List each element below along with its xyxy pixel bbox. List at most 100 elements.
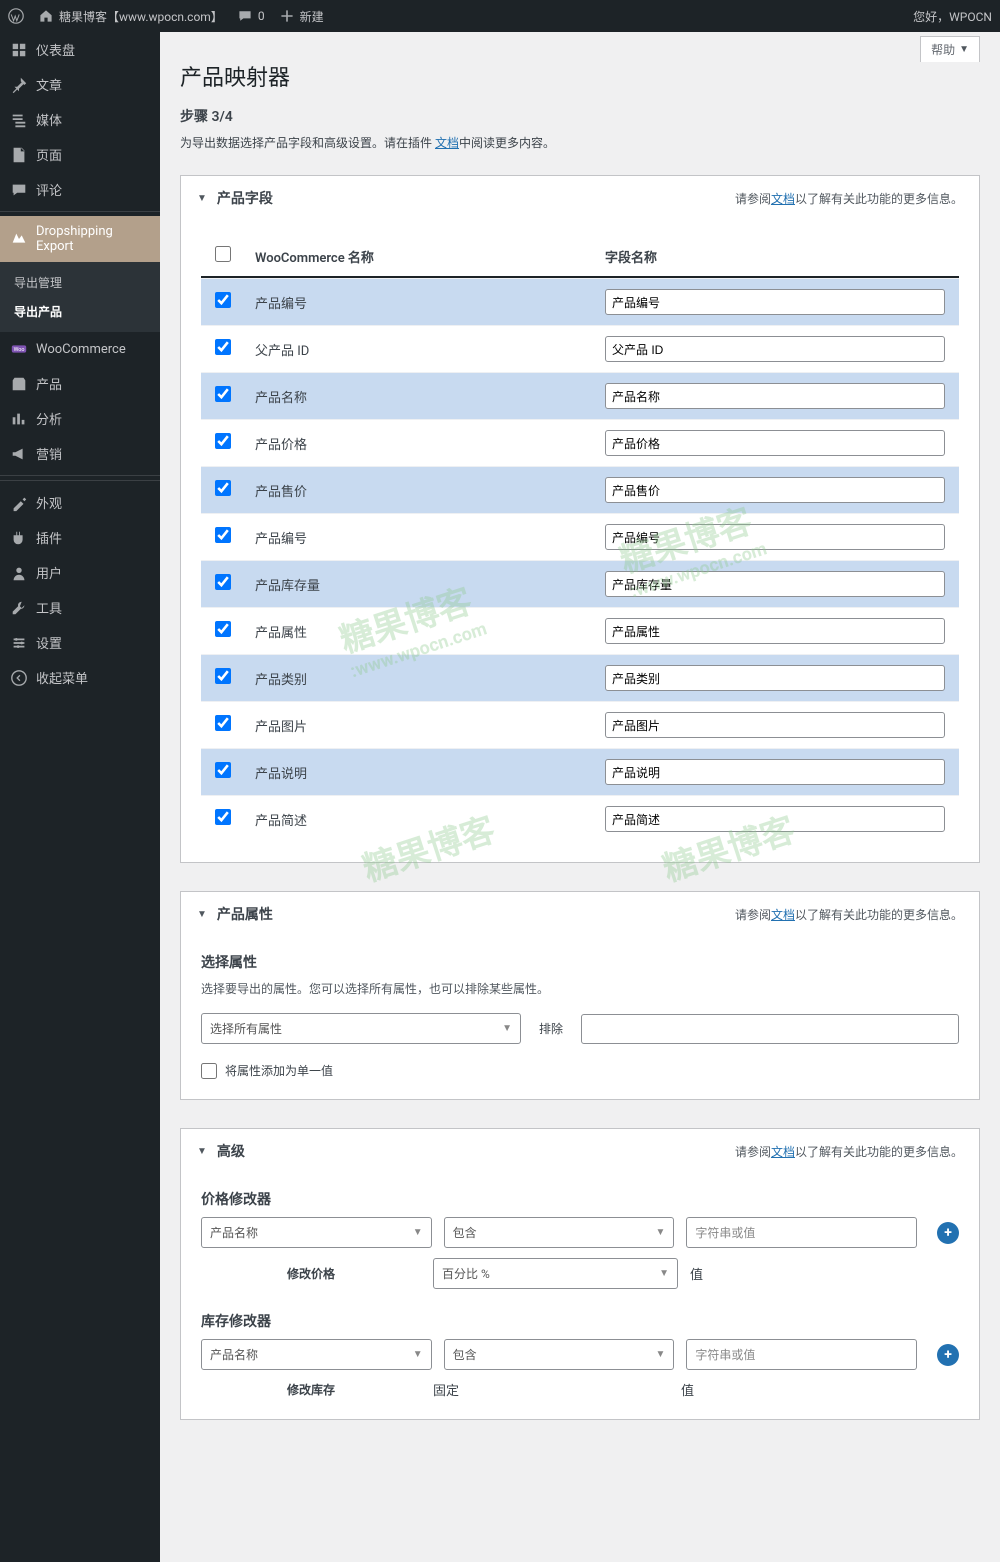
sidebar-item-user[interactable]: 用户 xyxy=(0,555,160,590)
new-content[interactable]: 新建 xyxy=(279,8,324,25)
stock-type-display: 固定 xyxy=(433,1380,669,1399)
plugin-icon xyxy=(10,529,28,547)
step-indicator: 步骤 3/4 xyxy=(180,106,980,126)
row-field-input[interactable] xyxy=(605,806,945,832)
tool-icon xyxy=(10,599,28,617)
table-row: 产品价格 xyxy=(201,419,959,466)
caret-down-icon[interactable]: ▼ xyxy=(197,909,207,920)
select-all-checkbox[interactable] xyxy=(215,246,231,262)
media-icon xyxy=(10,111,28,129)
sidebar-item-label: 工具 xyxy=(36,598,62,617)
sidebar-item-dashboard[interactable]: 仪表盘 xyxy=(0,32,160,67)
comments-link[interactable]: 0 xyxy=(237,8,265,24)
price-contains-select[interactable]: 包含▼ xyxy=(444,1217,675,1248)
row-name: 父产品 ID xyxy=(255,340,605,359)
caret-down-icon[interactable]: ▼ xyxy=(197,1146,207,1157)
sidebar-item-settings[interactable]: 设置 xyxy=(0,625,160,660)
row-checkbox[interactable] xyxy=(215,668,231,684)
sidebar-item-collapse[interactable]: 收起菜单 xyxy=(0,660,160,695)
row-field-input[interactable] xyxy=(605,524,945,550)
caret-down-icon[interactable]: ▼ xyxy=(197,193,207,204)
sidebar-item-media[interactable]: 媒体 xyxy=(0,102,160,137)
row-field-input[interactable] xyxy=(605,383,945,409)
single-value-label: 将属性添加为单一值 xyxy=(225,1062,333,1079)
row-checkbox[interactable] xyxy=(215,527,231,543)
row-field-input[interactable] xyxy=(605,477,945,503)
row-checkbox[interactable] xyxy=(215,433,231,449)
chevron-down-icon: ▼ xyxy=(659,1268,669,1279)
panel-title: 产品属性 xyxy=(217,904,273,924)
sidebar-item-comment[interactable]: 评论 xyxy=(0,172,160,207)
exclude-label: 排除 xyxy=(539,1020,563,1037)
add-price-rule-button[interactable]: + xyxy=(937,1222,959,1244)
sidebar-item-appearance[interactable]: 外观 xyxy=(0,485,160,520)
row-checkbox[interactable] xyxy=(215,480,231,496)
site-home[interactable]: 糖果博客【www.wpocn.com】 xyxy=(38,8,223,25)
chevron-down-icon: ▼ xyxy=(959,44,969,55)
row-checkbox[interactable] xyxy=(215,621,231,637)
sidebar-item-analytics[interactable]: 分析 xyxy=(0,401,160,436)
dashboard-icon xyxy=(10,41,28,59)
doc-link[interactable]: 文档 xyxy=(771,192,795,206)
row-checkbox[interactable] xyxy=(215,386,231,402)
row-checkbox[interactable] xyxy=(215,339,231,355)
row-checkbox[interactable] xyxy=(215,292,231,308)
table-row: 产品编号 xyxy=(201,278,959,325)
doc-link[interactable]: 文档 xyxy=(771,908,795,922)
svg-text:Woo: Woo xyxy=(14,347,25,353)
sidebar-item-label: 产品 xyxy=(36,374,62,393)
stock-value-input[interactable]: 值 xyxy=(681,1380,917,1399)
sidebar-item-pin[interactable]: 文章 xyxy=(0,67,160,102)
dropship-icon xyxy=(10,230,28,248)
price-type-select[interactable]: 百分比 %▼ xyxy=(433,1258,678,1289)
row-checkbox[interactable] xyxy=(215,574,231,590)
add-stock-rule-button[interactable]: + xyxy=(937,1344,959,1366)
row-field-input[interactable] xyxy=(605,618,945,644)
table-row: 父产品 ID xyxy=(201,325,959,372)
main-content: 帮助▼ 产品映射器 步骤 3/4 为导出数据选择产品字段和高级设置。请在插件 文… xyxy=(160,32,1000,1562)
row-checkbox[interactable] xyxy=(215,762,231,778)
sidebar-item-woo[interactable]: WooWooCommerce xyxy=(0,332,160,366)
appearance-icon xyxy=(10,494,28,512)
sidebar-item-label: 设置 xyxy=(36,633,62,652)
stock-product-select[interactable]: 产品名称▼ xyxy=(201,1339,432,1370)
row-field-input[interactable] xyxy=(605,665,945,691)
wp-logo[interactable] xyxy=(8,8,24,24)
section-subtitle: 选择属性 xyxy=(201,952,959,972)
sidebar-item-product[interactable]: 产品 xyxy=(0,366,160,401)
sidebar-subitem[interactable]: 导出管理 xyxy=(0,268,160,297)
row-field-input[interactable] xyxy=(605,430,945,456)
row-field-input[interactable] xyxy=(605,336,945,362)
select-all-attributes[interactable]: 选择所有属性▼ xyxy=(201,1013,521,1044)
price-product-select[interactable]: 产品名称▼ xyxy=(201,1217,432,1248)
sidebar-subitem[interactable]: 导出产品 xyxy=(0,297,160,326)
exclude-input[interactable] xyxy=(581,1014,959,1044)
row-field-input[interactable] xyxy=(605,712,945,738)
stock-string-input[interactable]: 字符串或值 xyxy=(686,1339,917,1370)
price-value-input[interactable]: 值 xyxy=(690,1264,917,1283)
row-checkbox[interactable] xyxy=(215,809,231,825)
chevron-down-icon: ▼ xyxy=(413,1349,423,1360)
table-row: 产品图片 xyxy=(201,701,959,748)
row-name: 产品图片 xyxy=(255,716,605,735)
sidebar-item-label: 评论 xyxy=(36,180,62,199)
row-field-input[interactable] xyxy=(605,571,945,597)
user-greeting[interactable]: 您好，WPOCN xyxy=(913,8,992,25)
panel-title: 高级 xyxy=(217,1141,245,1161)
row-name: 产品类别 xyxy=(255,669,605,688)
help-tab[interactable]: 帮助▼ xyxy=(920,36,980,62)
sidebar-item-page[interactable]: 页面 xyxy=(0,137,160,172)
row-checkbox[interactable] xyxy=(215,715,231,731)
sidebar-item-plugin[interactable]: 插件 xyxy=(0,520,160,555)
row-field-input[interactable] xyxy=(605,289,945,315)
sidebar-item-tool[interactable]: 工具 xyxy=(0,590,160,625)
row-field-input[interactable] xyxy=(605,759,945,785)
stock-contains-select[interactable]: 包含▼ xyxy=(444,1339,675,1370)
single-value-checkbox[interactable] xyxy=(201,1063,217,1079)
sidebar-item-marketing[interactable]: 营销 xyxy=(0,436,160,471)
sidebar-item-label: 收起菜单 xyxy=(36,668,88,687)
doc-link[interactable]: 文档 xyxy=(435,136,459,150)
price-string-input[interactable]: 字符串或值 xyxy=(686,1217,917,1248)
sidebar-item-dropship[interactable]: Dropshipping Export xyxy=(0,216,160,262)
doc-link[interactable]: 文档 xyxy=(771,1145,795,1159)
